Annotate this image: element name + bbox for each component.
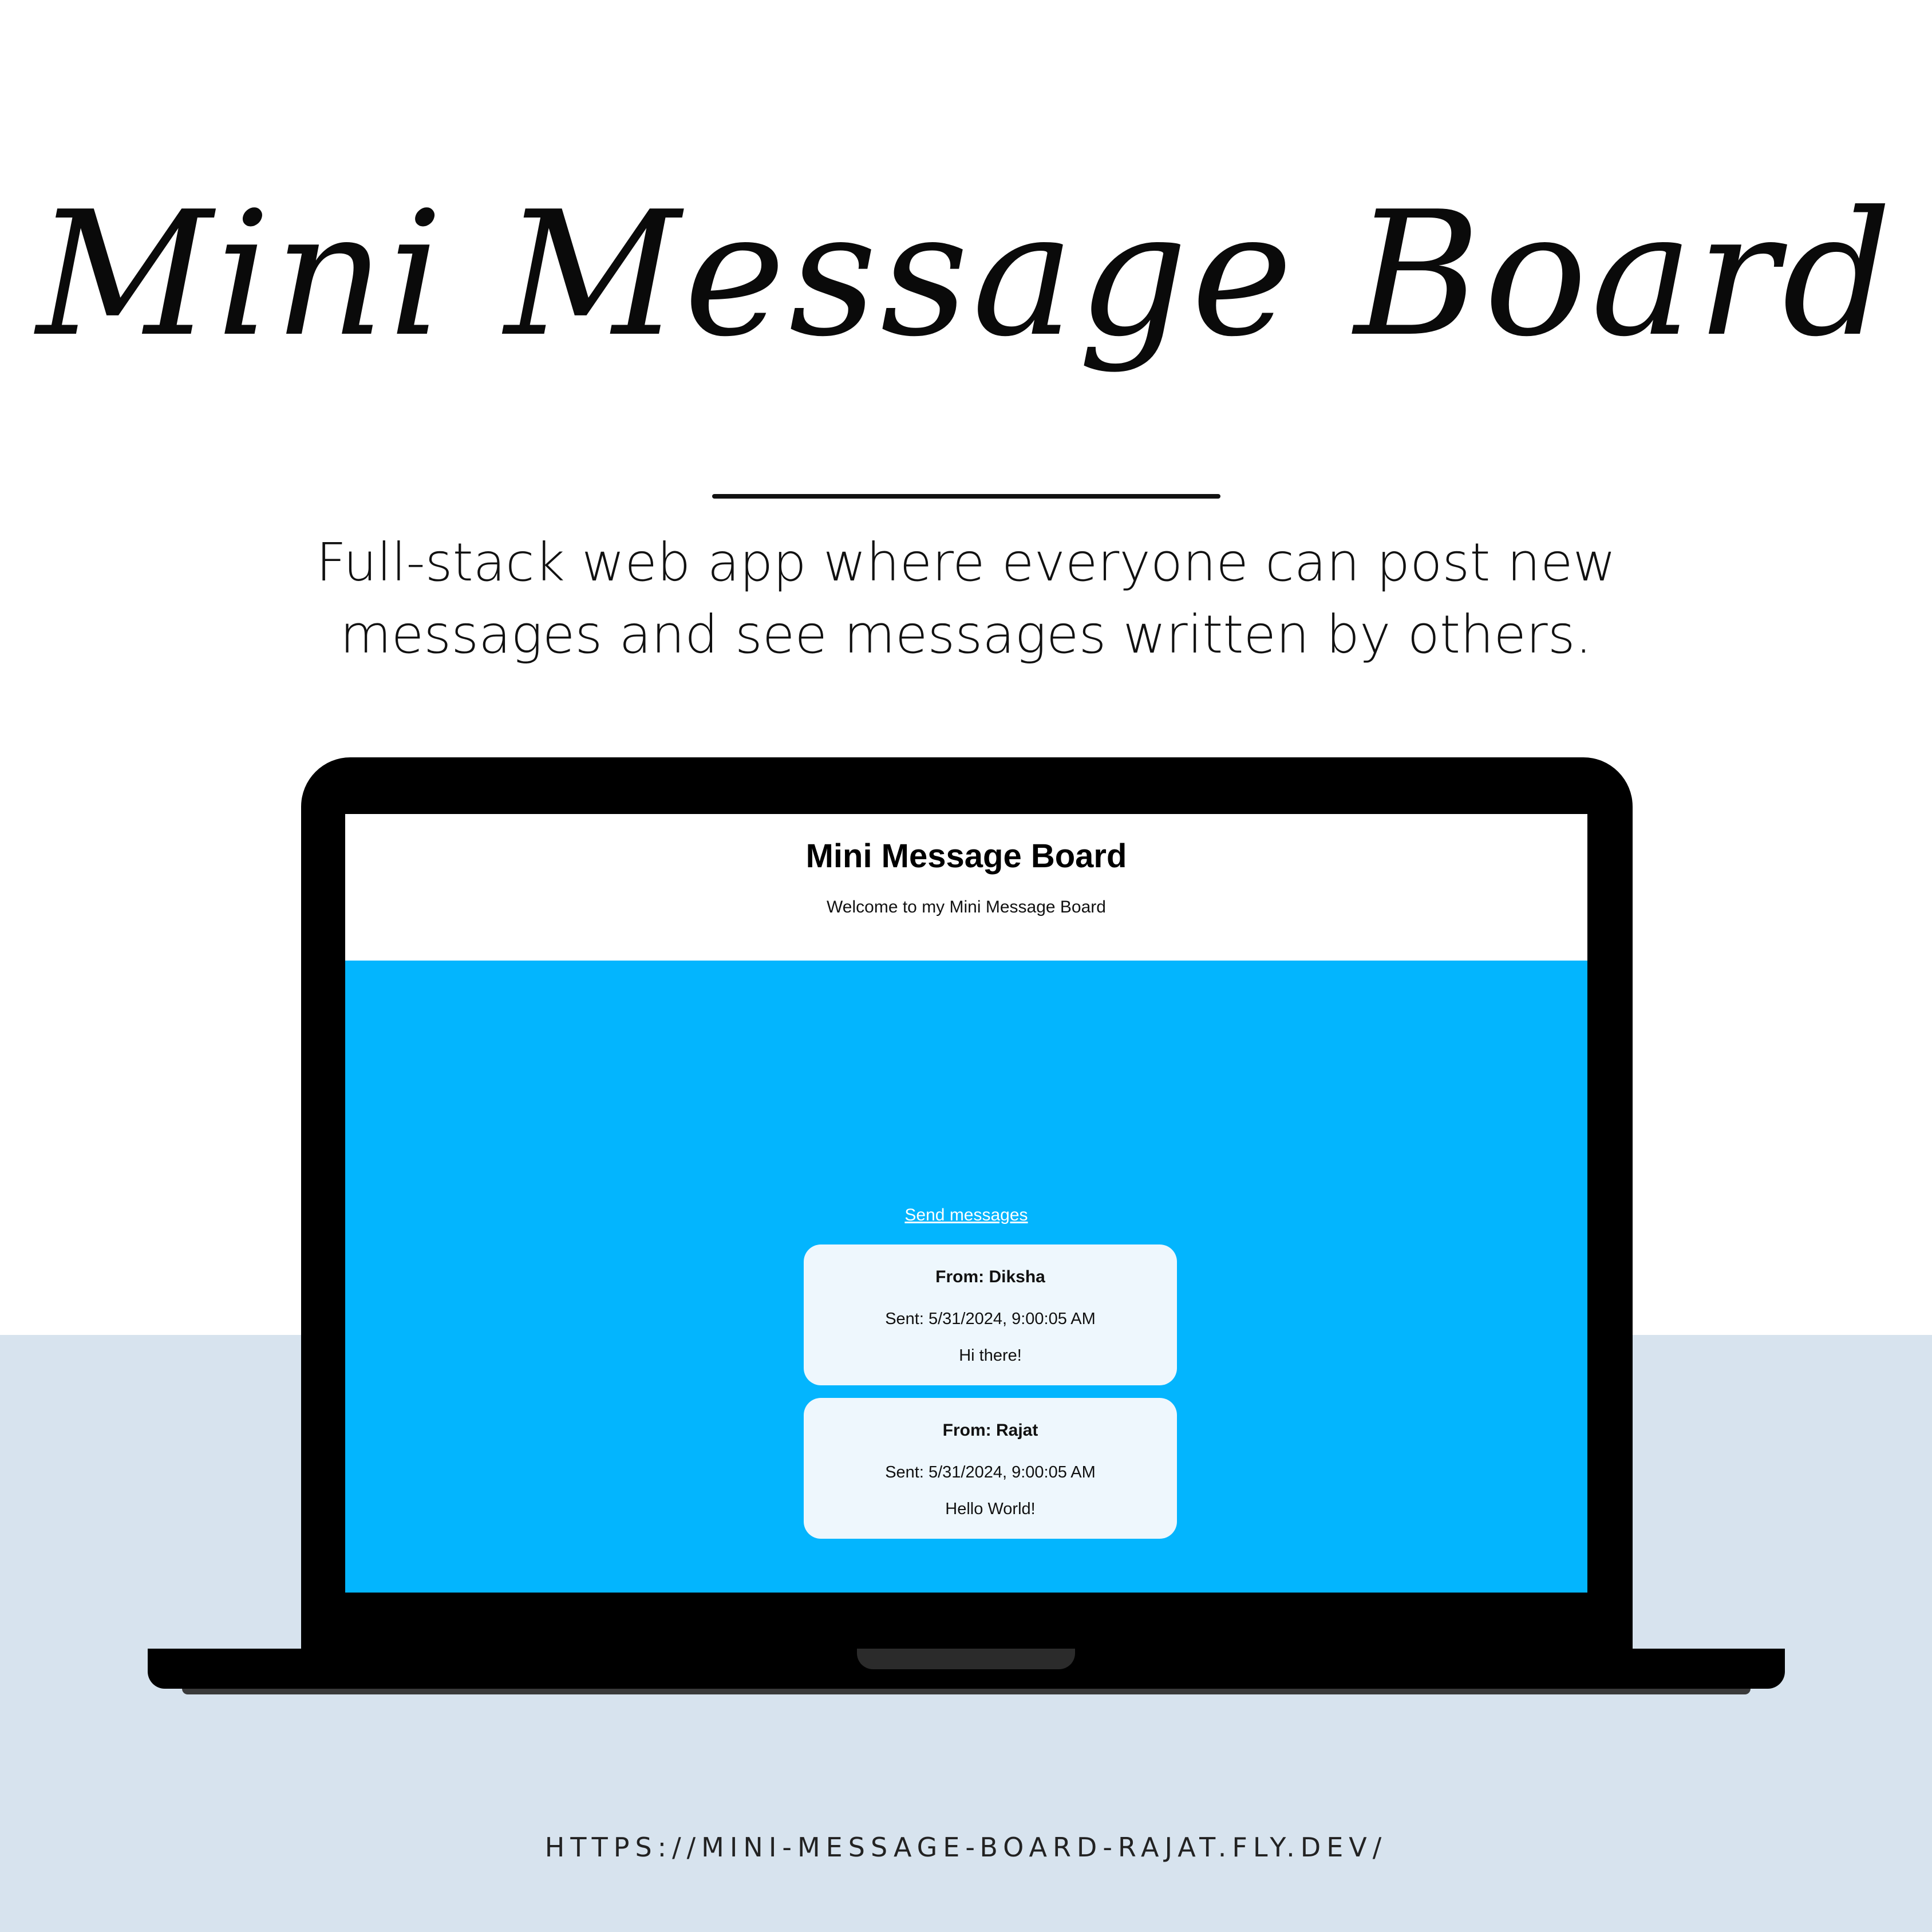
title-divider xyxy=(712,494,1220,499)
laptop-base-shadow xyxy=(182,1689,1751,1694)
hero-subtitle-line-1: Full-stack web app where everyone can po… xyxy=(316,532,1616,593)
message-from: From: Rajat xyxy=(942,1421,1038,1440)
hero-title: Mini Message Board xyxy=(36,175,1896,374)
laptop-notch xyxy=(857,1649,1075,1669)
message-card: From: Diksha Sent: 5/31/2024, 9:00:05 AM… xyxy=(804,1244,1177,1385)
message-from: From: Diksha xyxy=(935,1267,1045,1286)
hero-subtitle: Full-stack web app where everyone can po… xyxy=(229,527,1703,671)
laptop-screen: Mini Message Board Welcome to my Mini Me… xyxy=(345,814,1587,1593)
hero-subtitle-line-2: messages and see messages written by oth… xyxy=(340,604,1592,665)
app-header: Mini Message Board Welcome to my Mini Me… xyxy=(345,814,1587,961)
footer-url: HTTPS://MINI-MESSAGE-BOARD-RAJAT.FLY.DEV… xyxy=(544,1832,1388,1863)
message-timestamp: Sent: 5/31/2024, 9:00:05 AM xyxy=(885,1310,1096,1328)
app-title: Mini Message Board xyxy=(805,837,1127,875)
message-list: From: Diksha Sent: 5/31/2024, 9:00:05 AM… xyxy=(804,1244,1177,1551)
message-text: Hello World! xyxy=(945,1500,1036,1518)
message-card: From: Rajat Sent: 5/31/2024, 9:00:05 AM … xyxy=(804,1398,1177,1539)
message-text: Hi there! xyxy=(959,1346,1022,1365)
message-timestamp: Sent: 5/31/2024, 9:00:05 AM xyxy=(885,1463,1096,1481)
send-messages-link[interactable]: Send messages xyxy=(345,1206,1587,1225)
welcome-text: Welcome to my Mini Message Board xyxy=(827,898,1106,916)
